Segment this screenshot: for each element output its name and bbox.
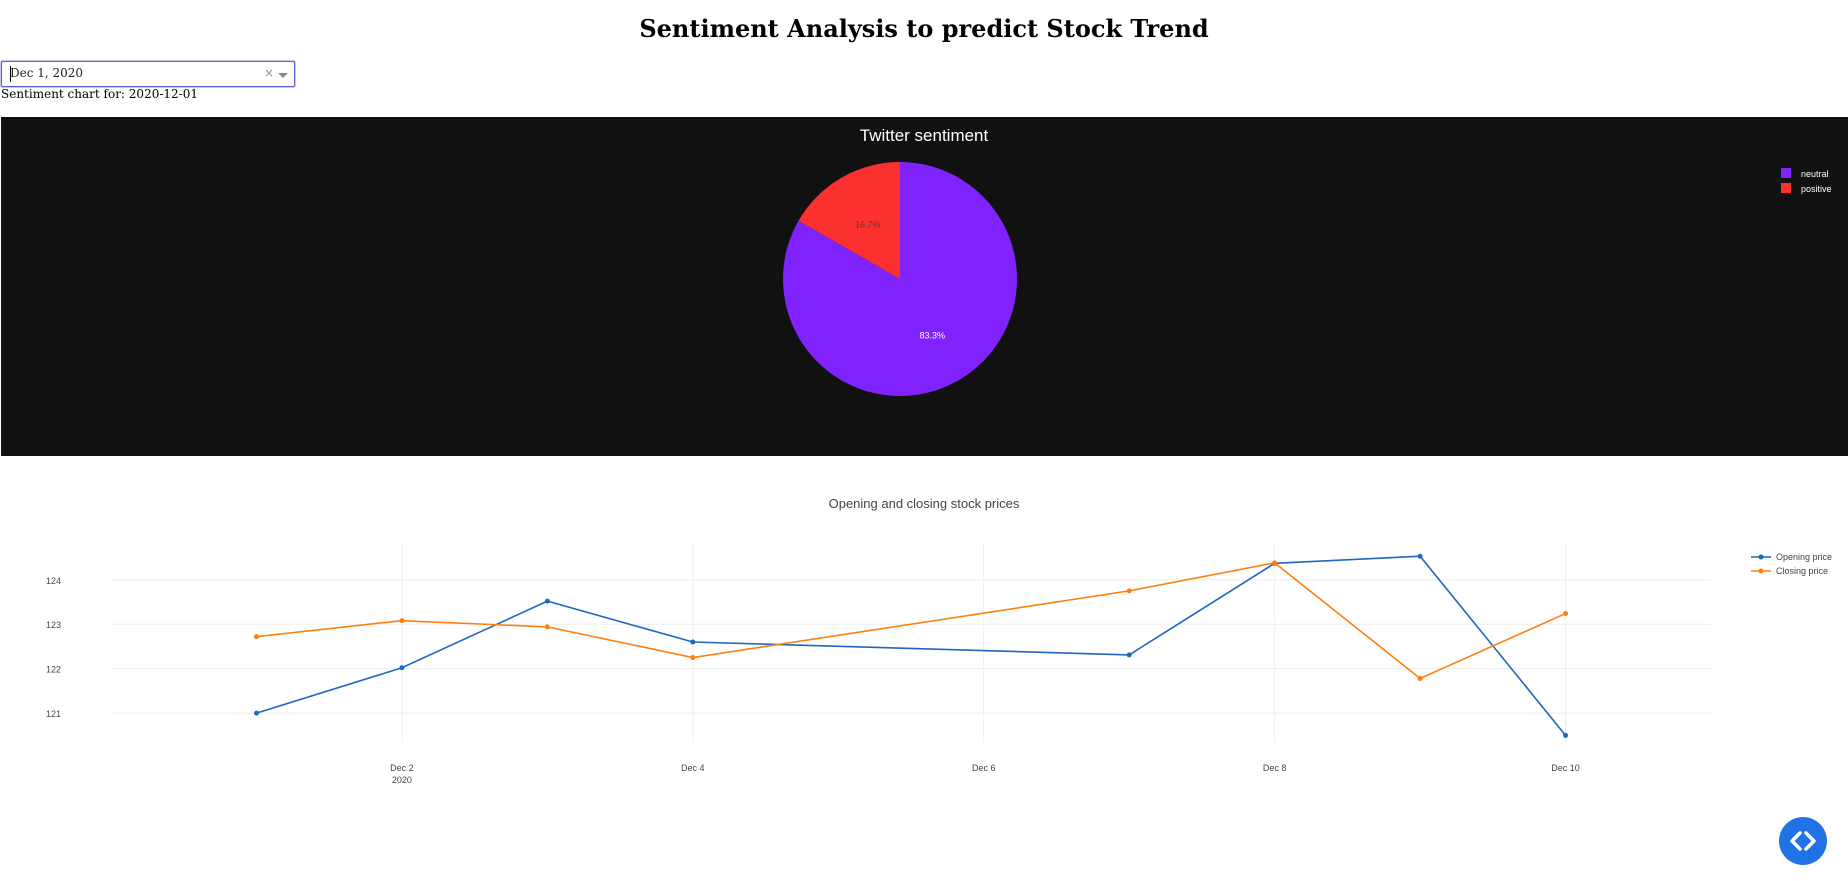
sentiment-subtitle: Sentiment chart for: 2020-12-01 [1,87,198,101]
x-tick-label: Dec 6 [972,763,996,773]
legend-marker [1758,554,1764,560]
subtitle-prefix: Sentiment chart for: [1,87,129,101]
y-tick-label: 123 [46,620,61,630]
code-icon [1790,831,1816,851]
pie-chart-panel: Twitter sentiment 83.3% 16.7% neutral posi… [1,117,1848,456]
data-point[interactable] [1126,588,1132,594]
line-chart-panel: Opening and closing stock prices 121 122 1… [1,472,1848,812]
legend-item-closing[interactable]: Closing price [1751,566,1828,576]
x-year-label: 2020 [392,775,412,785]
legend-item-positive[interactable]: positive [1781,183,1832,194]
data-point[interactable] [399,618,405,624]
page-title: Sentiment Analysis to predict Stock Tren… [639,14,1209,43]
line-chart-title: Opening and closing stock prices [829,496,1020,511]
data-point[interactable] [1417,675,1423,681]
legend-label: positive [1801,184,1832,194]
y-tick-label: 124 [46,576,61,586]
legend-label: Opening price [1776,552,1832,562]
legend-item-neutral[interactable]: neutral [1781,168,1829,179]
pie-slice-label: 83.3% [919,331,945,341]
data-point[interactable] [690,639,696,645]
legend-swatch [1781,183,1791,193]
clear-icon[interactable]: × [264,66,274,80]
data-point[interactable] [1126,652,1132,658]
y-tick-label: 121 [46,709,61,719]
x-tick-label: Dec 2 [390,763,414,773]
line-chart: Opening and closing stock prices 121 122 1… [46,496,1832,785]
data-point[interactable] [253,634,259,640]
x-tick-label: Dec 10 [1551,763,1580,773]
subtitle-date: 2020-12-01 [128,87,198,101]
data-point[interactable] [544,598,550,604]
legend-label: neutral [1801,169,1829,179]
data-point[interactable] [399,665,405,671]
date-picker-value[interactable]: Dec 1, 2020 [10,66,83,80]
code-toggle-button[interactable] [1779,817,1827,865]
data-point[interactable] [1563,732,1569,738]
data-point[interactable] [690,655,696,661]
y-tick-label: 122 [46,665,61,675]
x-tick-label: Dec 8 [1263,763,1287,773]
legend-marker [1758,568,1764,574]
data-point[interactable] [544,624,550,630]
legend-item-opening[interactable]: Opening price [1751,552,1832,562]
legend-swatch [1781,168,1791,178]
pie-chart-title: Twitter sentiment [860,126,989,145]
data-point[interactable] [1272,560,1278,566]
pie-chart: Twitter sentiment 83.3% 16.7% neutral posi… [783,126,1832,396]
series-line-opening [256,555,1567,736]
data-point[interactable] [1417,553,1423,559]
data-point[interactable] [1563,611,1569,617]
x-tick-label: Dec 4 [681,763,705,773]
legend-label: Closing price [1776,566,1828,576]
text-cursor [10,66,11,82]
pie-slice-label: 16.7% [855,219,881,229]
data-point[interactable] [253,710,259,716]
date-picker[interactable]: Dec 1, 2020 × [1,61,295,87]
chevron-down-icon[interactable] [278,73,288,78]
